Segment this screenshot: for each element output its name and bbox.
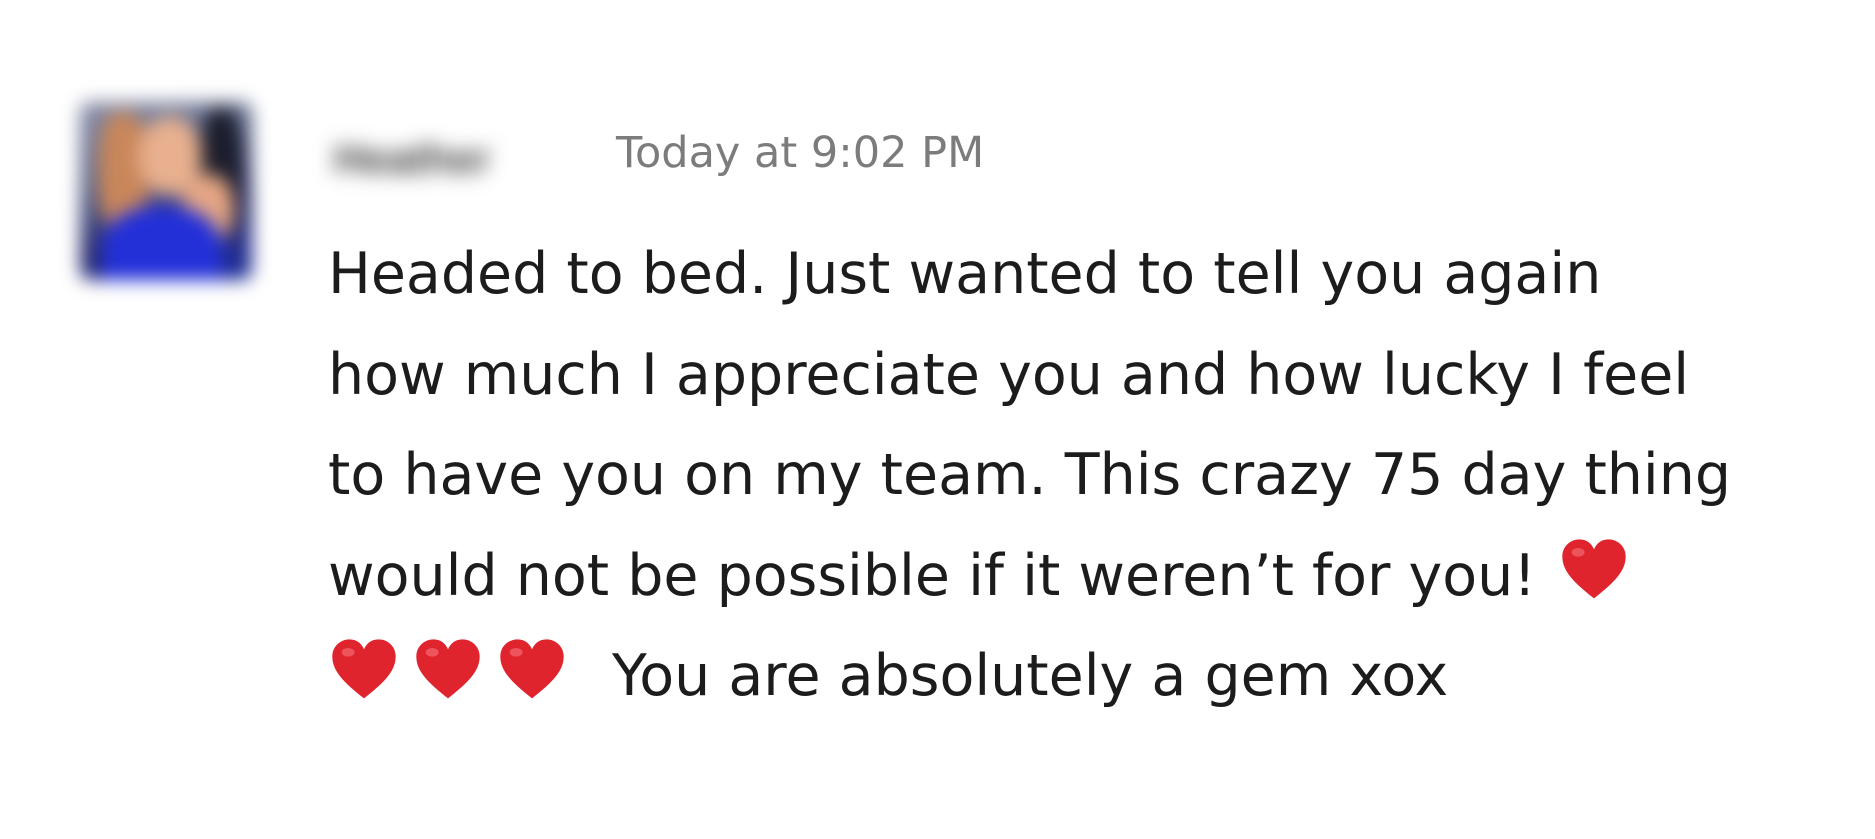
message-line: would not be possible if it weren’t for …: [328, 542, 1537, 609]
message-line-with-emoji: would not be possible if it weren’t for …: [328, 526, 1758, 627]
red-heart-icon: [496, 635, 568, 707]
chat-canvas: Heather Today at 9:02 PM Headed to bed. …: [0, 0, 1875, 839]
message-line-with-emoji: You are absolutely a gem xox: [328, 626, 1758, 727]
sender-name[interactable]: Heather: [322, 121, 580, 185]
red-heart-icon: [1558, 535, 1630, 607]
red-heart-icon: [328, 635, 400, 707]
chat-message: Heather Today at 9:02 PM Headed to bed. …: [0, 0, 1875, 839]
avatar[interactable]: [80, 102, 252, 280]
message-line: Headed to bed. Just wanted to tell you a…: [328, 241, 1602, 307]
message-line: to have you on my team. This crazy 75 da…: [328, 442, 1732, 508]
message-header: Heather Today at 9:02 PM: [322, 118, 984, 188]
message-line: You are absolutely a gem xox: [612, 643, 1449, 709]
sender-name-text: Heather: [334, 135, 491, 182]
red-heart-icon: [412, 635, 484, 707]
message-body: Headed to bed. Just wanted to tell you a…: [328, 224, 1758, 727]
message-timestamp[interactable]: Today at 9:02 PM: [616, 128, 984, 178]
message-line: how much I appreciate you and how lucky …: [328, 341, 1690, 408]
